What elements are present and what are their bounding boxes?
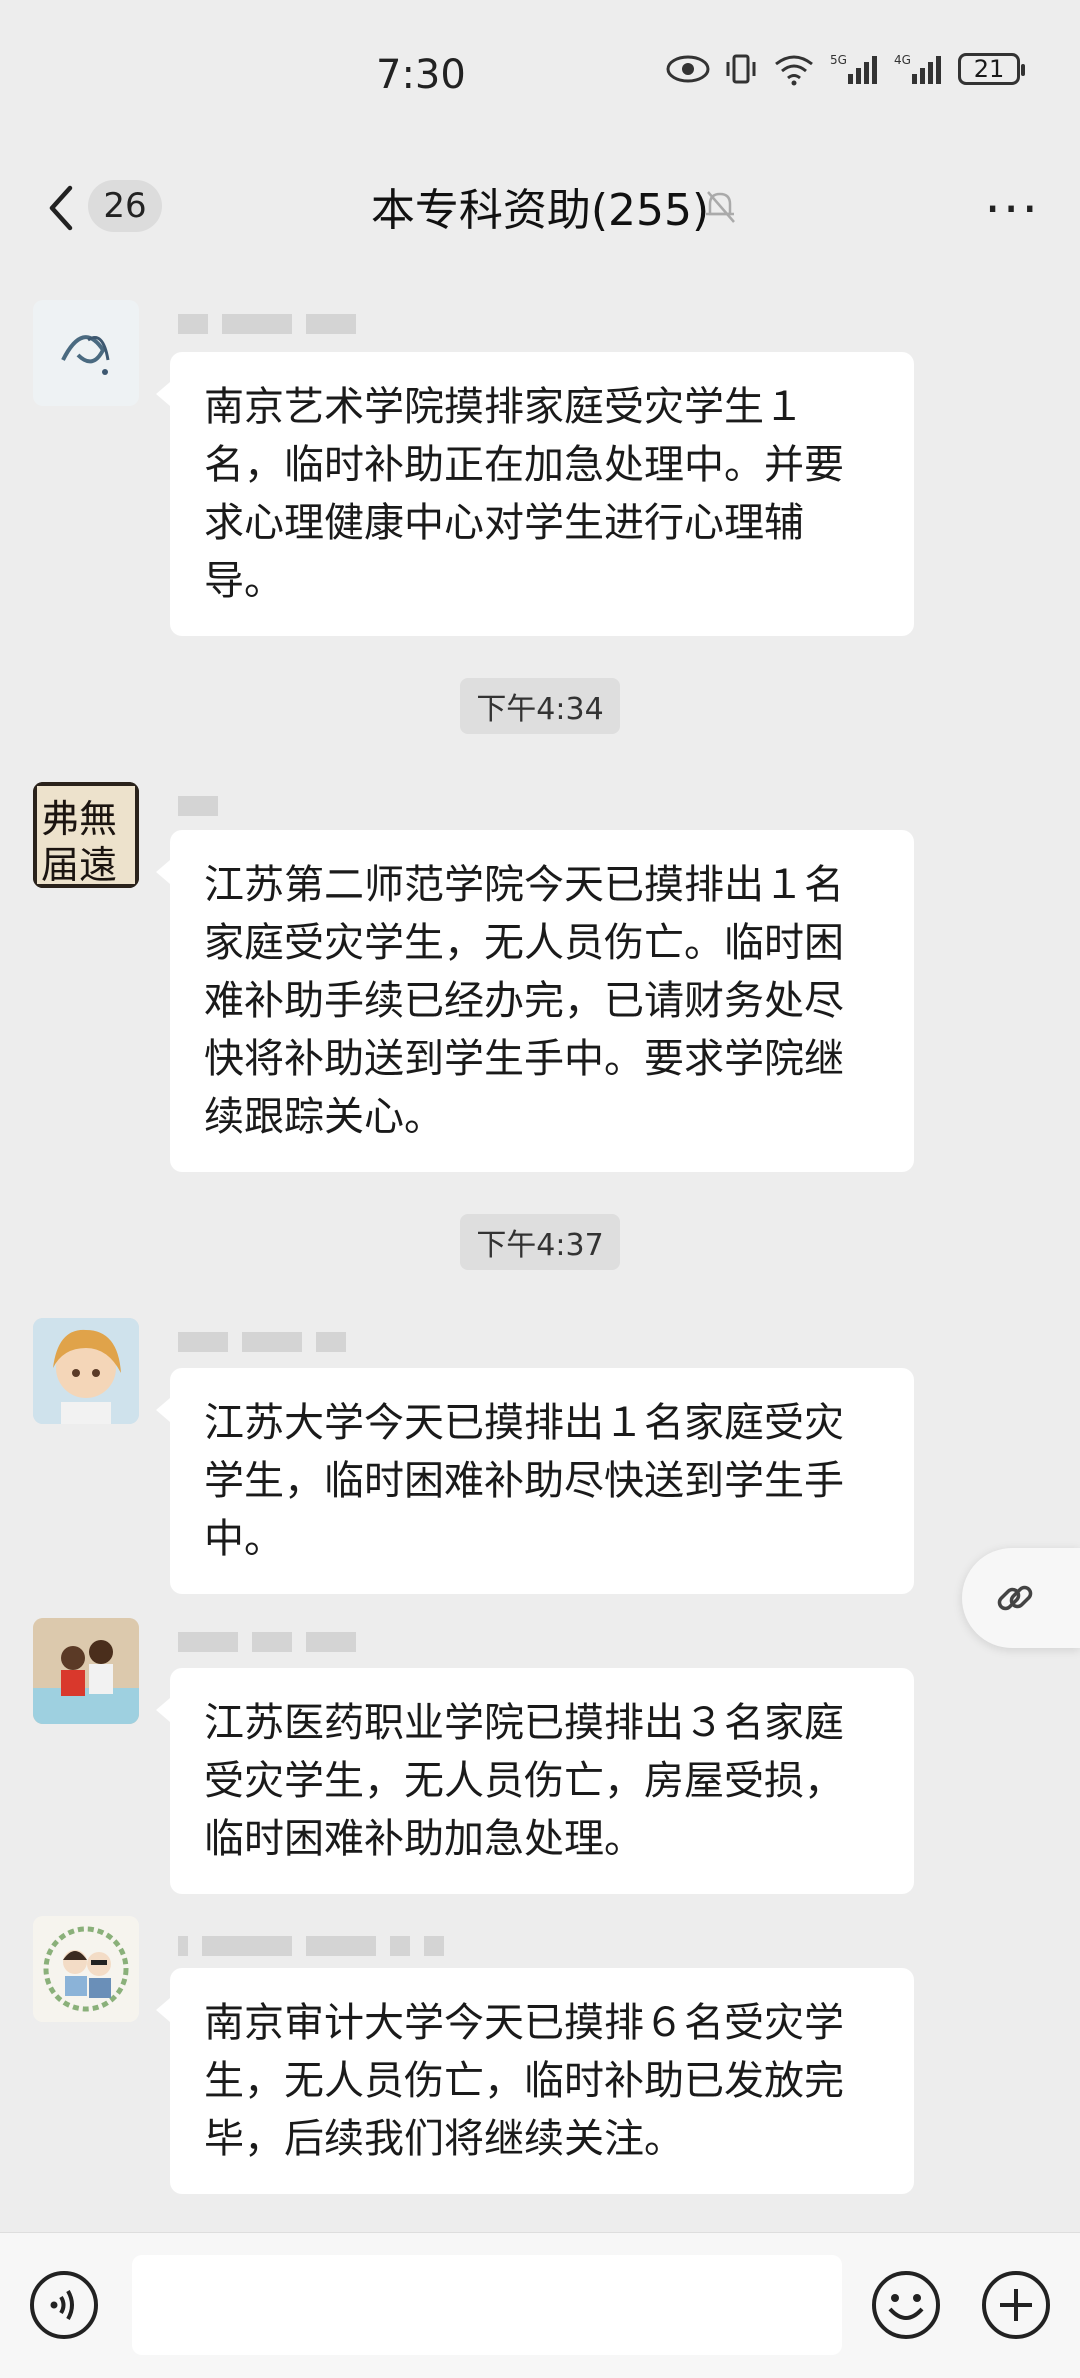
timestamp: 下午4:37 <box>0 1214 1080 1270</box>
plus-icon[interactable] <box>980 2269 1052 2341</box>
battery-indicator: 21 <box>958 53 1025 85</box>
more-options-button[interactable]: ··· <box>984 180 1040 240</box>
signal-4g-icon: 4G <box>894 53 941 84</box>
svg-text:4G: 4G <box>894 53 911 67</box>
avatar[interactable] <box>33 1916 139 2022</box>
vibrate-icon <box>726 54 756 84</box>
sender-name-redacted <box>178 796 232 832</box>
message-bubble[interactable]: 南京艺术学院摸排家庭受灾学生１名，临时补助正在加急处理中。并要求心理健康中心对学… <box>156 352 914 636</box>
avatar[interactable] <box>33 1318 139 1424</box>
message-bubble[interactable]: 江苏大学今天已摸排出１名家庭受灾学生，临时困难补助尽快送到学生手中。 <box>156 1368 914 1594</box>
sender-name-redacted <box>178 1936 458 1972</box>
eye-icon <box>666 55 710 83</box>
message-bubble[interactable]: 江苏第二师范学院今天已摸排出１名家庭受灾学生，无人员伤亡。临时困难补助手续已经办… <box>156 830 914 1172</box>
svg-text:5G: 5G <box>830 53 847 67</box>
signal-5g-icon: 5G <box>830 53 877 84</box>
message-bubble[interactable]: 南京审计大学今天已摸排６名受灾学生，无人员伤亡，临时补助已发放完毕，后续我们将继… <box>156 1968 914 2194</box>
link-float-button[interactable] <box>962 1548 1080 1648</box>
wifi-icon <box>775 55 813 86</box>
chat-title: 本专科资助(255) <box>370 185 710 236</box>
svg-text:届遠: 届遠 <box>41 843 117 887</box>
avatar[interactable] <box>33 300 139 406</box>
voice-input-icon[interactable] <box>28 2269 100 2341</box>
message-bubble[interactable]: 江苏医药职业学院已摸排出３名家庭受灾学生，无人员伤亡，房屋受损，临时困难补助加急… <box>156 1668 914 1894</box>
status-bar: 7:30 5G 4G 21 <box>0 0 1080 150</box>
svg-text:弗無: 弗無 <box>41 797 117 841</box>
timestamp: 下午4:34 <box>0 678 1080 734</box>
emoji-icon[interactable] <box>870 2269 942 2341</box>
status-icons: 5G 4G 21 <box>666 52 1025 86</box>
sender-name-redacted <box>178 1632 370 1668</box>
link-icon <box>997 1585 1033 1611</box>
sender-name-redacted <box>178 314 370 350</box>
chat-header: 26 本专科资助(255) ··· <box>0 150 1080 270</box>
mute-bell-icon <box>706 191 735 223</box>
message-input[interactable] <box>132 2255 842 2355</box>
sender-name-redacted <box>178 1332 360 1368</box>
avatar[interactable] <box>33 1618 139 1724</box>
clock: 7:30 <box>376 52 466 98</box>
input-bar <box>0 2232 1080 2378</box>
avatar[interactable]: 弗無 届遠 <box>33 782 139 888</box>
